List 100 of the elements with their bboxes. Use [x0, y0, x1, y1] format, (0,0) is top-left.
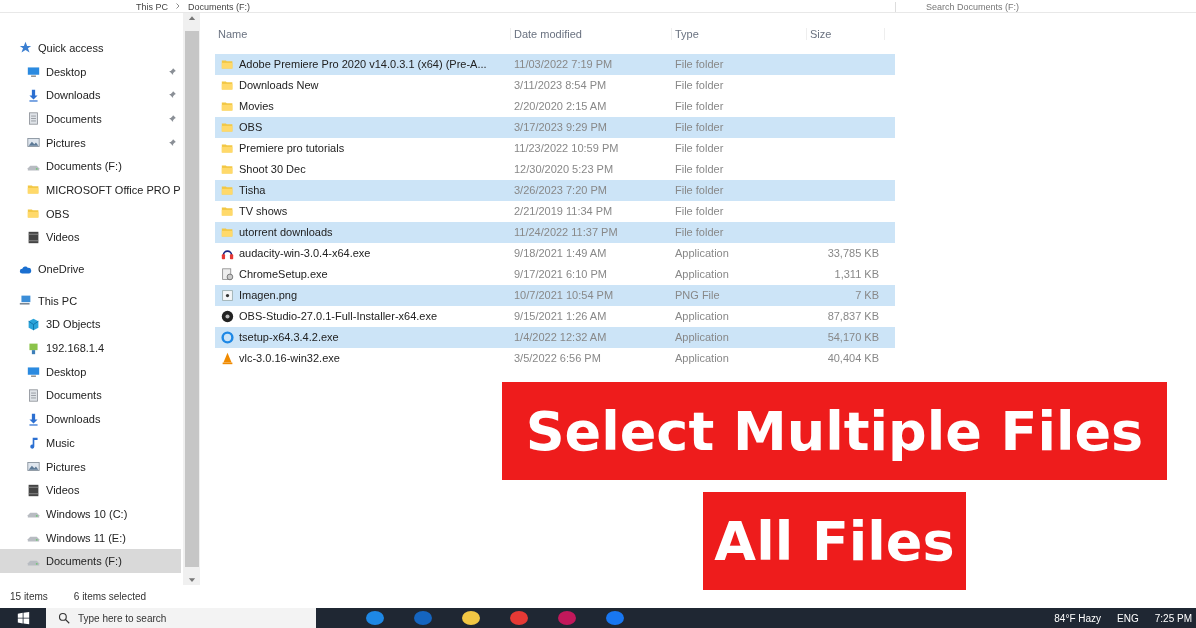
file-row[interactable]: utorrent downloads 11/24/2022 11:37 PM File folder: [215, 222, 895, 243]
scrollbar-thumb[interactable]: [184, 31, 199, 568]
film-icon: [27, 230, 40, 244]
date-cell-text: 9/17/2021 6:10 PM: [513, 268, 608, 281]
date-cell-text: 3/17/2023 9:29 PM: [513, 121, 608, 134]
file-row[interactable]: Premiere pro tutorials 11/23/2022 10:59 PM File folder: [215, 138, 895, 159]
size-cell: 40,404 KB: [827, 352, 879, 365]
sidebar-label: OneDrive: [38, 263, 85, 275]
sidebar-item[interactable]: Videos: [0, 225, 181, 250]
sidebar-item[interactable]: Videos: [0, 478, 181, 503]
sidebar-label: Videos: [46, 484, 80, 497]
sidebar-item[interactable]: Documents: [0, 107, 181, 131]
sidebar-label: Pictures: [46, 460, 86, 473]
download-icon: [27, 412, 40, 426]
sidebar-label: Documents (F:): [46, 555, 122, 568]
sidebar-label: Downloads: [46, 89, 101, 102]
sidebar-item[interactable]: Pictures: [0, 130, 181, 155]
sidebar-label: Desktop: [46, 365, 87, 378]
column-header[interactable]: Name: [215, 28, 511, 40]
date-cell-text: 10/7/2021 10:54 PM: [513, 289, 615, 302]
file-row[interactable]: vlc-3.0.16-win32.exe 3/5/2022 6:56 PM Application 40,404 KB: [215, 348, 895, 369]
date-cell-text: 11/23/2022 10:59 PM: [513, 142, 620, 155]
sidebar-item[interactable]: Desktop: [0, 59, 181, 84]
breadcrumb[interactable]: Documents (F:): [188, 2, 251, 12]
headphones-icon: [221, 247, 234, 260]
type-cell-text: File folder: [674, 79, 725, 92]
file-row[interactable]: Tisha 3/26/2023 7:20 PM File folder: [215, 180, 895, 201]
taskbar-search-field[interactable]: Type here to search: [46, 608, 316, 628]
file-name: Imagen.png: [239, 289, 298, 302]
sidebar-item[interactable]: This PC: [0, 288, 181, 313]
weather-text[interactable]: 84°F Hazy: [1054, 612, 1102, 624]
sidebar-item[interactable]: Documents (F:): [0, 154, 181, 179]
sidebar-item[interactable]: Pictures: [0, 454, 181, 479]
pictures-icon: [27, 460, 40, 473]
breadcrumb[interactable]: This PC: [136, 2, 168, 12]
file-row[interactable]: OBS-Studio-27.0.1-Full-Installer-x64.exe 9/15/2021 1:26 AM Application 87,837 KB: [215, 306, 895, 327]
scrollbar[interactable]: [183, 13, 200, 586]
file-row[interactable]: Shoot 30 Dec 12/30/2020 5:23 PM File folder: [215, 159, 895, 180]
file-row[interactable]: OBS 3/17/2023 9:29 PM File folder: [215, 117, 895, 138]
sidebar-item[interactable]: Windows 10 (C:): [0, 502, 181, 526]
file-name: Downloads New: [239, 79, 319, 92]
file-row[interactable]: ChromeSetup.exe 9/17/2021 6:10 PM Application 1,311 KB: [215, 264, 895, 285]
desktop-icon: [27, 365, 40, 379]
size-cell: 87,837 KB: [827, 310, 879, 323]
search-icon: [58, 612, 70, 624]
size-cell: 1,311 KB: [834, 268, 879, 281]
file-name: OBS: [239, 121, 263, 134]
sidebar-label: Windows 11 (E:): [46, 531, 126, 544]
file-row[interactable]: Downloads New 3/11/2023 8:54 PM File folder: [215, 75, 895, 96]
type-cell-text: File folder: [674, 205, 725, 218]
sidebar-item[interactable]: Music: [0, 431, 181, 455]
traffic-cone-icon: [221, 352, 234, 365]
sidebar-item[interactable]: Downloads: [0, 407, 181, 431]
type-cell-text: File folder: [674, 226, 725, 239]
type-cell-text: Application: [674, 247, 730, 260]
clock[interactable]: 7:25 PM: [1154, 612, 1192, 624]
type-cell-text: PNG File: [674, 289, 721, 302]
type-cell-text: Application: [674, 352, 730, 365]
file-row[interactable]: Movies 2/20/2020 2:15 AM File folder: [215, 96, 895, 117]
column-header[interactable]: Date modified: [511, 28, 672, 40]
windows-logo-icon: [16, 611, 30, 625]
sidebar-item[interactable]: OneDrive: [0, 257, 181, 281]
sidebar-item[interactable]: MICROSOFT Office PRO P: [0, 178, 181, 202]
file-name: vlc-3.0.16-win32.exe: [239, 352, 340, 365]
caption-banner: Select Multiple Files: [502, 382, 1167, 480]
sidebar-label: Desktop: [46, 65, 87, 78]
document-icon: [27, 112, 40, 126]
sidebar-item[interactable]: Downloads: [0, 83, 181, 108]
column-header[interactable]: Type: [672, 28, 807, 40]
file-row[interactable]: TV shows 2/21/2019 11:34 PM File folder: [215, 201, 895, 222]
file-name: Tisha: [239, 184, 266, 197]
sidebar-item[interactable]: Documents (F:): [0, 549, 181, 574]
size-cell: 33,785 KB: [827, 247, 879, 260]
date-cell-text: 11/03/2022 7:19 PM: [513, 58, 614, 71]
sidebar-item[interactable]: Desktop: [0, 359, 181, 384]
type-cell-text: File folder: [674, 58, 725, 71]
search-field[interactable]: Search Documents (F:): [895, 2, 1196, 12]
file-row[interactable]: tsetup-x64.3.4.2.exe 1/4/2022 12:32 AM Application 54,170 KB: [215, 327, 895, 348]
file-name: ChromeSetup.exe: [239, 268, 328, 281]
sidebar-item[interactable]: Quick access: [0, 36, 181, 60]
pin-icon: [168, 113, 177, 123]
file-row[interactable]: Imagen.png 10/7/2021 10:54 PM PNG File 7 KB: [215, 285, 895, 306]
sidebar-label: 192.168.1.4: [46, 342, 105, 355]
pictures-icon: [27, 136, 40, 150]
date-cell-text: 3/26/2023 7:20 PM: [513, 184, 608, 197]
sidebar-item[interactable]: Documents: [0, 383, 181, 408]
sidebar-item[interactable]: 3D Objects: [0, 312, 181, 337]
file-name: Adobe Premiere Pro 2020 v14.0.3.1 (x64) (Pre-A...: [239, 58, 487, 71]
type-cell-text: Application: [674, 331, 730, 344]
file-row[interactable]: Adobe Premiere Pro 2020 v14.0.3.1 (x64) (Pre-A... 11/03/2022 7:19 PM File folder: [215, 54, 895, 75]
sidebar-item[interactable]: OBS: [0, 201, 181, 226]
size-cell: 54,170 KB: [827, 331, 879, 344]
sidebar-item[interactable]: Windows 11 (E:): [0, 525, 181, 550]
column-header[interactable]: Size: [807, 28, 885, 40]
sidebar-item[interactable]: 192.168.1.4: [0, 336, 181, 360]
size-cell: 7 KB: [855, 289, 879, 302]
sidebar-label: Windows 10 (C:): [46, 507, 128, 520]
file-row[interactable]: audacity-win-3.0.4-x64.exe 9/18/2021 1:49 AM Application 33,785 KB: [215, 243, 895, 264]
language-indicator[interactable]: ENG: [1117, 612, 1139, 624]
computer-icon: [19, 294, 32, 308]
